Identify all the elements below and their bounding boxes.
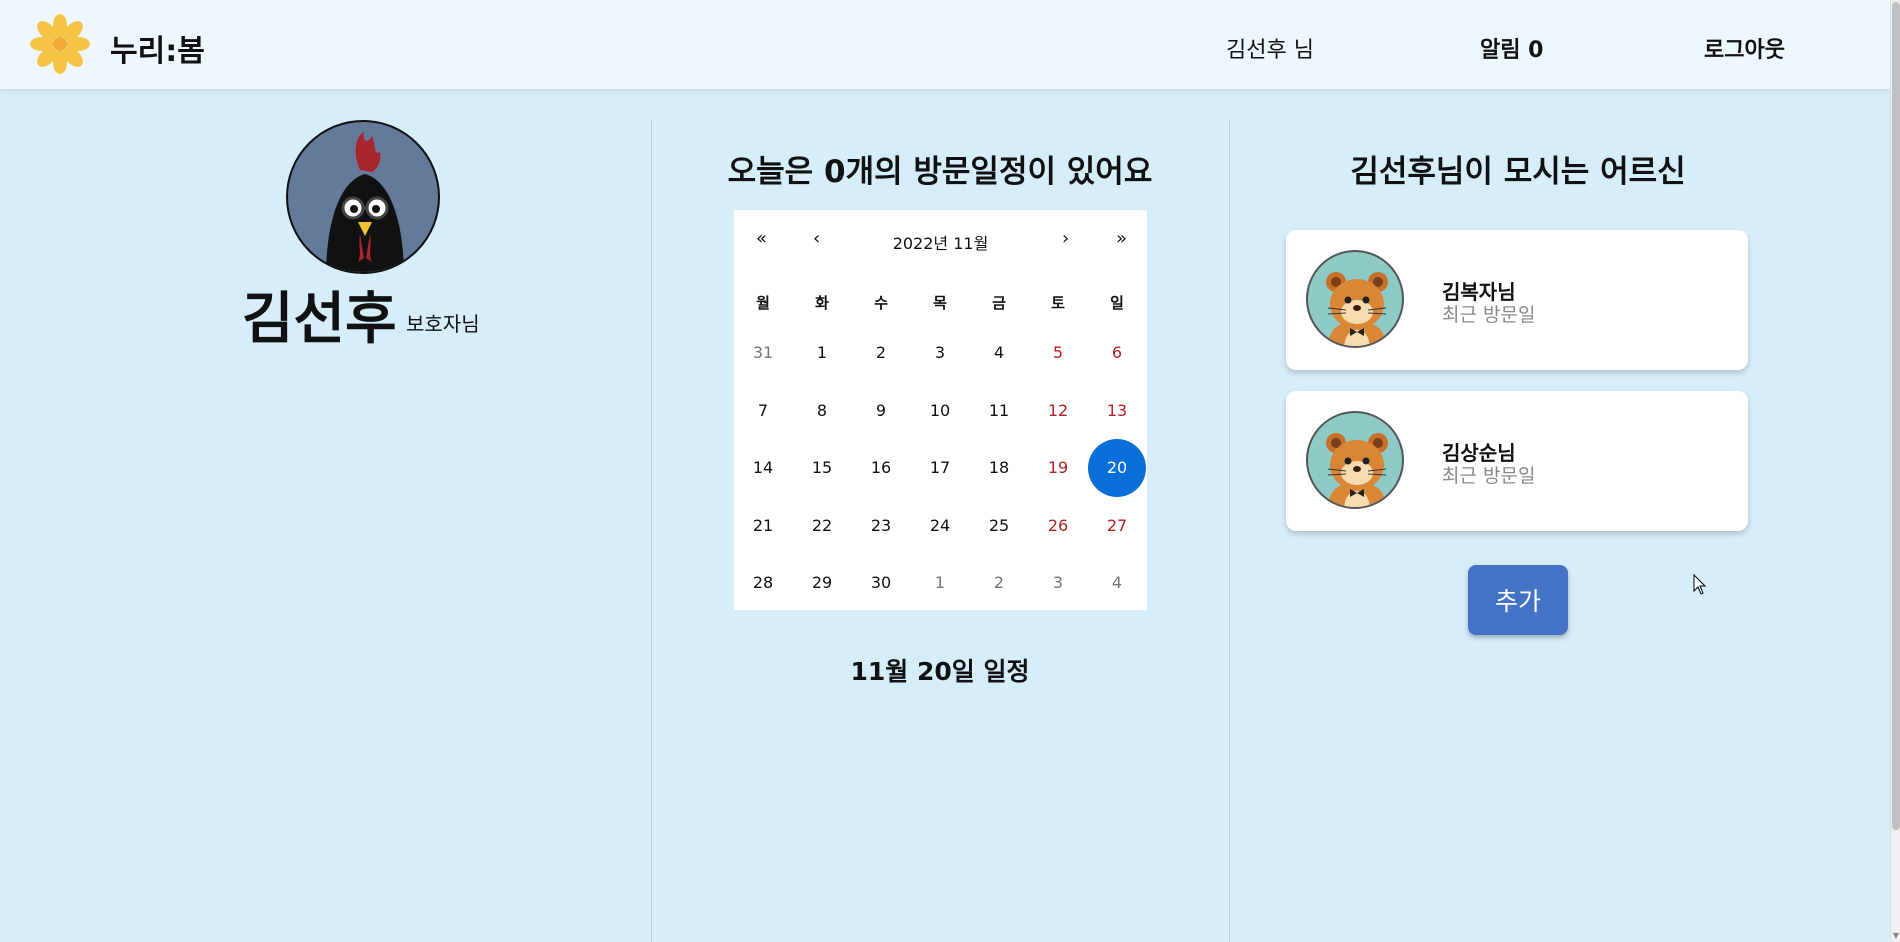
alert-link[interactable]: 알림 0	[1480, 32, 1543, 64]
rooster-avatar-icon	[326, 132, 404, 272]
elder-last-visit-label: 최근 방문일	[1442, 465, 1536, 487]
hamster-avatar-icon	[1326, 433, 1388, 507]
calendar-day[interactable]: 25	[970, 497, 1028, 555]
calendar-day[interactable]: 4	[970, 324, 1028, 382]
mouse-cursor-icon	[1693, 574, 1707, 595]
column-divider	[1229, 120, 1230, 942]
app-title[interactable]: 누리:봄	[110, 26, 205, 70]
profile-role: 보호자님	[406, 312, 480, 336]
calendar-weekday-label: 토	[1051, 294, 1065, 312]
calendar-day[interactable]: 14	[734, 439, 792, 497]
calendar-day[interactable]: 22	[793, 497, 851, 555]
calendar-weekday-label: 금	[992, 294, 1006, 312]
scroll-down-arrow-icon[interactable]: ▼	[1892, 931, 1900, 940]
calendar-day[interactable]: 17	[911, 439, 969, 497]
user-name-link[interactable]: 김선후 님	[1226, 32, 1314, 64]
elder-card[interactable]: 김복자님 최근 방문일	[1286, 230, 1748, 370]
calendar-day[interactable]: 26	[1029, 497, 1087, 555]
calendar-day[interactable]: 30	[852, 554, 910, 612]
schedule-date-title: 11월 20일 일정	[850, 657, 1030, 686]
add-elder-button[interactable]: 추가	[1468, 565, 1568, 635]
calendar-day[interactable]: 18	[970, 439, 1028, 497]
calendar-day[interactable]: 9	[852, 382, 910, 440]
calendar-day[interactable]: 31	[734, 324, 792, 382]
profile-avatar	[286, 120, 440, 274]
calendar-day[interactable]: 16	[852, 439, 910, 497]
calendar-weekday-label: 일	[1110, 294, 1124, 312]
calendar-day[interactable]: 7	[734, 382, 792, 440]
calendar-day[interactable]: 23	[852, 497, 910, 555]
calendar-day[interactable]: 3	[911, 324, 969, 382]
page-scrollbar[interactable]: ▼	[1890, 0, 1900, 942]
calendar-weekday-label: 화	[815, 294, 829, 312]
calendar-day[interactable]: 15	[793, 439, 851, 497]
flower-logo-icon[interactable]	[30, 14, 90, 74]
calendar-day[interactable]: 8	[793, 382, 851, 440]
elder-card[interactable]: 김상순님 최근 방문일	[1286, 391, 1748, 531]
calendar-next-year-button[interactable]: »	[1116, 228, 1127, 249]
elder-avatar	[1306, 250, 1404, 348]
calendar-day[interactable]: 27	[1088, 497, 1146, 555]
calendar-day[interactable]: 28	[734, 554, 792, 612]
calendar-next-month-button[interactable]: ›	[1062, 228, 1069, 249]
calendar-day[interactable]: 24	[911, 497, 969, 555]
calendar: « ‹ 2022년 11월 › » 월 화 수 목 금 토 일 31 1 2 3 4 5 6 7 8 9 10 11…	[734, 210, 1147, 610]
calendar-day[interactable]: 10	[911, 382, 969, 440]
calendar-day[interactable]: 3	[1029, 554, 1087, 612]
calendar-day[interactable]: 29	[793, 554, 851, 612]
calendar-day[interactable]: 2	[852, 324, 910, 382]
calendar-day-selected[interactable]: 20	[1088, 439, 1146, 497]
calendar-day[interactable]: 6	[1088, 324, 1146, 382]
top-header: 누리:봄 김선후 님 알림 0 로그아웃	[0, 0, 1890, 90]
calendar-day[interactable]: 19	[1029, 439, 1087, 497]
elder-avatar	[1306, 411, 1404, 509]
elder-last-visit-label: 최근 방문일	[1442, 304, 1536, 326]
calendar-day[interactable]: 12	[1029, 382, 1087, 440]
calendar-day[interactable]: 1	[911, 554, 969, 612]
calendar-day[interactable]: 5	[1029, 324, 1087, 382]
user-suffix: 님	[1293, 38, 1314, 63]
calendar-day[interactable]: 1	[793, 324, 851, 382]
column-divider	[651, 120, 652, 942]
calendar-weekday-label: 수	[874, 294, 888, 312]
calendar-day[interactable]: 4	[1088, 554, 1146, 612]
hamster-avatar-icon	[1326, 272, 1388, 346]
elders-title: 김선후님이 모시는 어르신	[1350, 154, 1686, 190]
calendar-day[interactable]: 21	[734, 497, 792, 555]
logout-link[interactable]: 로그아웃	[1704, 32, 1785, 64]
calendar-day[interactable]: 11	[970, 382, 1028, 440]
calendar-day[interactable]: 2	[970, 554, 1028, 612]
calendar-weekday-label: 목	[933, 294, 947, 312]
user-name: 김선후	[1226, 38, 1287, 63]
calendar-weekday-label: 월	[756, 294, 770, 312]
calendar-day[interactable]: 13	[1088, 382, 1146, 440]
calendar-month-label[interactable]: 2022년 11월	[734, 230, 1147, 254]
scrollbar-thumb[interactable]	[1892, 2, 1900, 830]
visit-count-title: 오늘은 0개의 방문일정이 있어요	[727, 154, 1153, 190]
profile-name: 김선후	[242, 287, 397, 352]
